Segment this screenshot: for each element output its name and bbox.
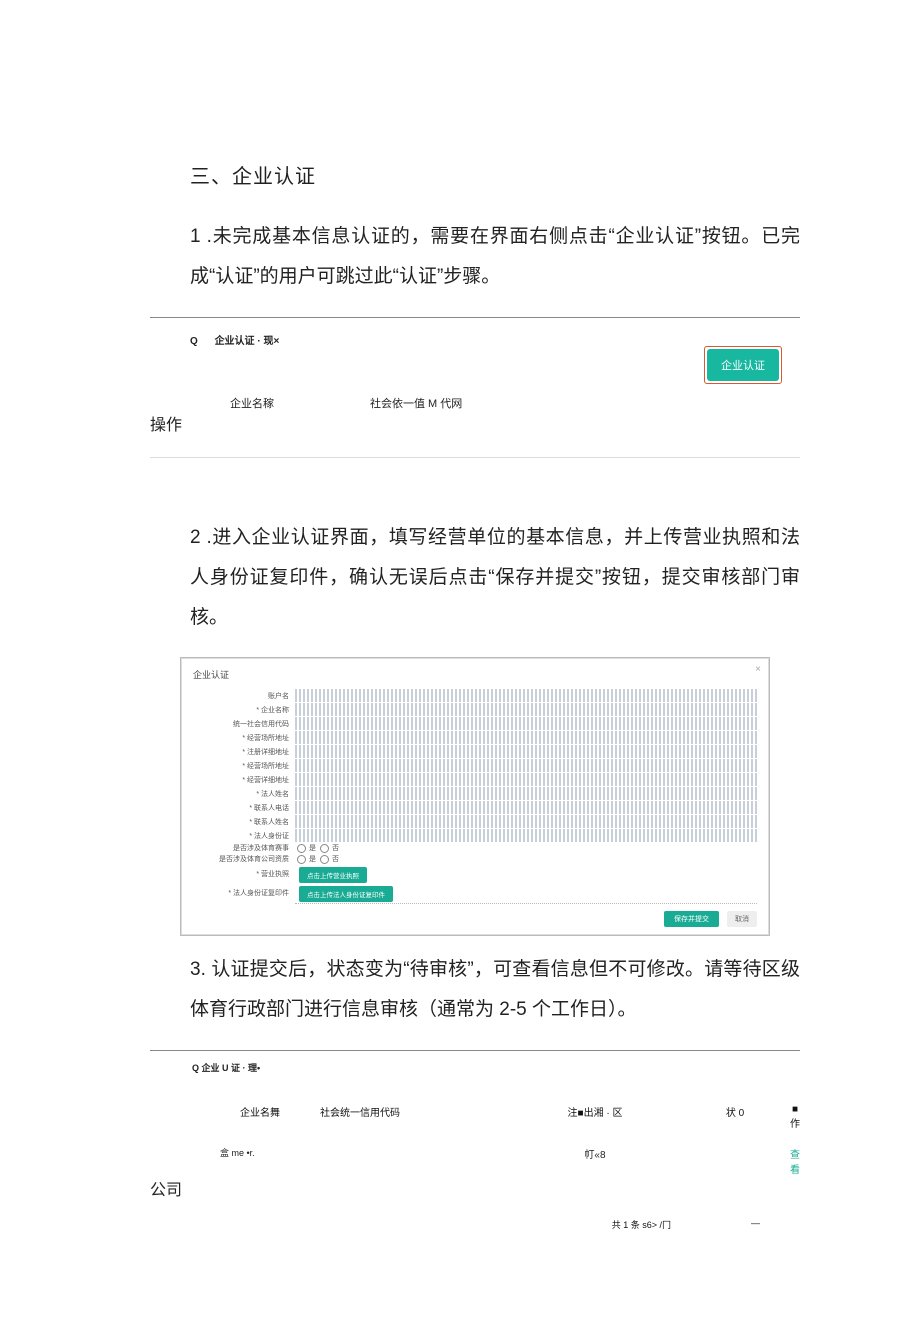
input-bizaddr[interactable] xyxy=(295,731,757,744)
label-account: 账户名 xyxy=(187,691,295,701)
input-uscc[interactable] xyxy=(295,717,757,730)
form-title: 企业认证 xyxy=(193,668,761,681)
label-phone: * 联系人电话 xyxy=(187,803,295,813)
enterprise-auth-button[interactable]: 企业认证 xyxy=(707,349,779,381)
input-company[interactable] xyxy=(295,703,757,716)
breadcrumb-tab: 企业认证 · 现× xyxy=(215,336,280,347)
label-idcard: * 法人身份证 xyxy=(187,831,295,841)
label-upload-idcopy: * 法人身份证复印件 xyxy=(187,888,295,898)
screenshot-list-before-auth: Q 企业认证 · 现× 企业认证 企业名稼 社会依一值 M 代网 操作 xyxy=(150,318,800,458)
label-bizaddr2: * 经营场所地址 xyxy=(187,761,295,771)
input-phone[interactable] xyxy=(295,801,757,814)
close-icon[interactable]: × xyxy=(755,664,761,675)
pager-nav[interactable]: — xyxy=(751,1218,760,1231)
label-legal: * 法人姓名 xyxy=(187,789,295,799)
input-regaddr[interactable] xyxy=(295,745,757,758)
input-idcard[interactable] xyxy=(295,829,757,842)
label-regaddr: * 注册详细地址 xyxy=(187,747,295,757)
input-account[interactable] xyxy=(295,689,757,702)
col-status: 状 0 xyxy=(680,1104,790,1130)
input-bizdetail[interactable] xyxy=(295,773,757,786)
radio-yes-2[interactable] xyxy=(297,855,306,864)
input-bizaddr2[interactable] xyxy=(295,759,757,772)
cell-company: 盒 me •r. xyxy=(150,1146,320,1159)
search-icon: Q xyxy=(190,336,198,347)
label-upload-license: * 营业执照 xyxy=(187,869,295,879)
breadcrumb-tab-2: Q 企业 U 证 · 理• xyxy=(192,1061,800,1074)
label-bizdetail: * 经营详细地址 xyxy=(187,775,295,785)
label-radio-qualification: 是否涉及体育公司资质 xyxy=(187,854,295,864)
paragraph-2: 2 .进入企业认证界面，填写经营单位的基本信息，并上传营业执照和法人身份证复印件… xyxy=(190,518,800,638)
view-link[interactable]: 查看 xyxy=(790,1146,800,1176)
cell-company-sub: 公司 xyxy=(150,1176,800,1200)
upload-license-button[interactable]: 点击上传营业执照 xyxy=(299,867,367,883)
save-submit-button[interactable]: 保存并提交 xyxy=(664,911,719,927)
section-heading: 三、企业认证 xyxy=(190,160,800,189)
label-contact: * 联系人姓名 xyxy=(187,817,295,827)
radio-yes-1[interactable] xyxy=(297,844,306,853)
upload-idcopy-button[interactable]: 点击上传法人身份证复印件 xyxy=(299,886,393,902)
cancel-button[interactable]: 取消 xyxy=(727,911,757,927)
input-legal[interactable] xyxy=(295,787,757,800)
label-radio-sport-event: 是否涉及体育赛事 xyxy=(187,843,295,853)
radio-no-2[interactable] xyxy=(320,855,329,864)
radio-group-2[interactable]: 是 否 xyxy=(295,854,763,864)
pager-total: 共 1 条 s6> /冂 xyxy=(612,1218,671,1231)
enterprise-auth-button-highlight: 企业认证 xyxy=(704,346,782,384)
col-operation-2: ■作 xyxy=(790,1104,800,1130)
col-company-name-2: 企业名舞 xyxy=(150,1104,320,1130)
col-credit-code: 社会依一值 M 代网 xyxy=(370,395,630,411)
radio-no-1[interactable] xyxy=(320,844,329,853)
paragraph-3: 3. 认证提交后，状态变为“待审核”，可查看信息但不可修改。请等待区级体育行政部… xyxy=(190,950,800,1030)
cell-status-pending: 帄«8 xyxy=(510,1146,680,1161)
label-bizaddr: * 经营场所地址 xyxy=(187,733,295,743)
table-row: 盒 me •r. 帄«8 查看 xyxy=(150,1146,800,1176)
col-region: 注■出湘 · 区 xyxy=(510,1104,680,1130)
col-company-name: 企业名稼 xyxy=(230,395,370,411)
screenshot-auth-form: × 企业认证 账户名 * 企业名称 统一社会信用代码 * 经营场所地址 * 注册… xyxy=(180,657,770,936)
paragraph-1: 1 .未完成基本信息认证的，需要在界面右侧点击“企业认证”按钮。已完成“认证”的… xyxy=(190,217,800,297)
screenshot-list-pending: Q 企业 U 证 · 理• 企业名舞 社会统一信用代码 注■出湘 · 区 状 0… xyxy=(150,1050,800,1239)
input-contact[interactable] xyxy=(295,815,757,828)
col-operation: 操作 xyxy=(150,417,182,434)
radio-group-1[interactable]: 是 否 xyxy=(295,843,763,853)
label-uscc: 统一社会信用代码 xyxy=(187,719,295,729)
col-credit-code-2: 社会统一信用代码 xyxy=(320,1104,510,1130)
label-company: * 企业名称 xyxy=(187,705,295,715)
